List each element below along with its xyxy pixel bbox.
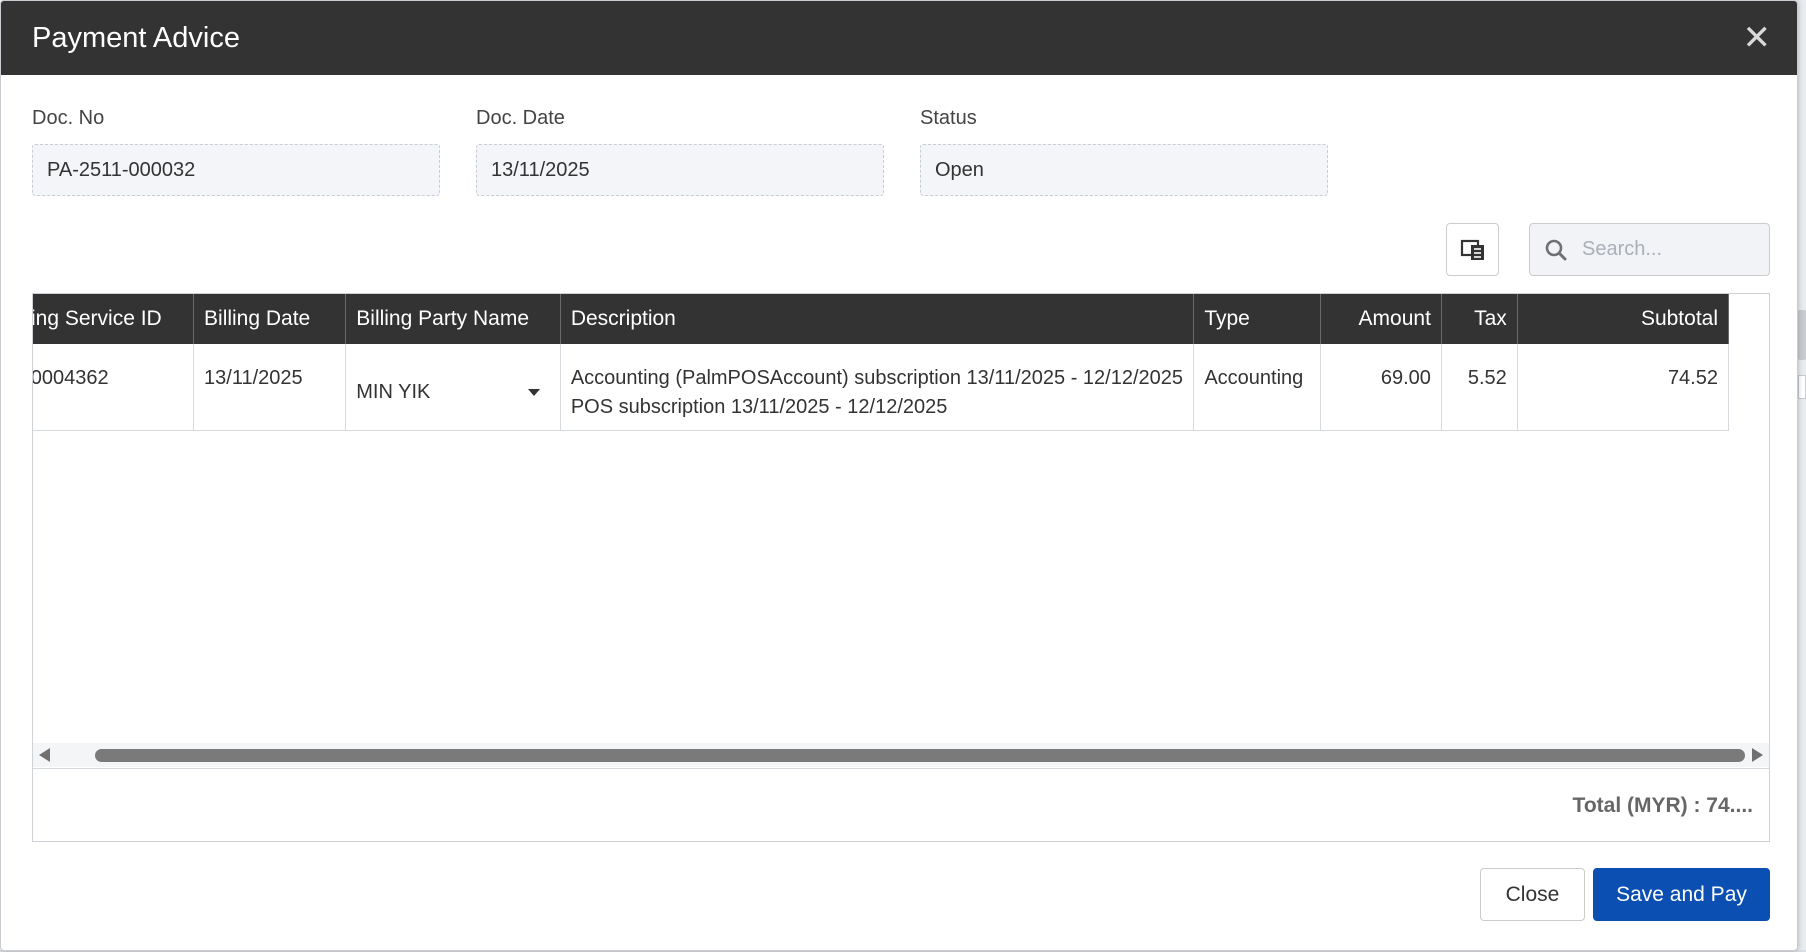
doc-date-field: Doc. Date 13/11/2025	[476, 107, 884, 196]
chevron-down-icon[interactable]	[527, 389, 540, 396]
description-line-2: POS subscription 13/11/2025 - 12/12/2025	[570, 396, 948, 418]
search-box[interactable]	[1529, 223, 1770, 276]
backdrop-scroll-thumb	[1798, 310, 1806, 360]
scroll-left-icon[interactable]	[39, 748, 50, 762]
doc-date-label: Doc. Date	[476, 107, 565, 129]
payment-advice-dialog: Payment Advice ✕ Doc. No PA-2511-000032 …	[0, 0, 1798, 951]
cell-type: Accounting	[1193, 344, 1321, 431]
cell-description: Accounting (PalmPOSAccount) subscription…	[560, 344, 1195, 431]
cell-billing-date: 13/11/2025	[193, 344, 347, 431]
billing-party-dropdown[interactable]: MIN YIK	[356, 378, 550, 407]
column-header-billing-party-name[interactable]: Billing Party Name	[345, 294, 561, 344]
cell-billing-service-id: M00004362	[33, 344, 195, 431]
column-chooser-icon	[1460, 239, 1484, 260]
billing-grid: Billing Service ID Billing Date Billing …	[32, 293, 1770, 842]
doc-no-input: PA-2511-000032	[32, 144, 440, 196]
column-header-billing-service-id[interactable]: Billing Service ID	[33, 294, 195, 344]
table-header-row: Billing Service ID Billing Date Billing …	[33, 294, 1730, 344]
column-header-type[interactable]: Type	[1193, 294, 1321, 344]
column-header-subtotal[interactable]: Subtotal	[1517, 294, 1730, 344]
status-input: Open	[920, 144, 1328, 196]
doc-date-input: 13/11/2025	[476, 144, 884, 196]
doc-no-label: Doc. No	[32, 107, 105, 129]
column-header-description[interactable]: Description	[560, 294, 1195, 344]
column-header-tax[interactable]: Tax	[1441, 294, 1518, 344]
horizontal-scrollbar[interactable]	[33, 743, 1769, 767]
status-label: Status	[920, 107, 977, 129]
dialog-header: Payment Advice ✕	[1, 1, 1797, 75]
column-header-billing-date[interactable]: Billing Date	[193, 294, 347, 344]
dialog-title: Payment Advice	[32, 21, 240, 54]
close-button[interactable]: Close	[1480, 868, 1585, 921]
search-icon	[1545, 239, 1567, 260]
doc-no-field: Doc. No PA-2511-000032	[32, 107, 440, 196]
total-amount: Total (MYR) : 74....	[1572, 793, 1753, 817]
cell-tax: 5.52	[1441, 344, 1518, 431]
grid-total: Total (MYR) : 74....	[33, 768, 1769, 841]
column-chooser-button[interactable]	[1446, 223, 1499, 276]
document-fields: Doc. No PA-2511-000032 Doc. Date 13/11/2…	[32, 107, 1328, 196]
backdrop-element	[1798, 375, 1806, 399]
description-line-1: Accounting (PalmPOSAccount) subscription…	[570, 367, 1184, 389]
scrollbar-thumb[interactable]	[95, 749, 1745, 762]
cell-subtotal: 74.52	[1517, 344, 1730, 431]
close-icon[interactable]: ✕	[1743, 21, 1772, 55]
billing-table: Billing Service ID Billing Date Billing …	[33, 294, 1730, 431]
table-row[interactable]: M00004362 13/11/2025 MIN YIK Accounting …	[33, 344, 1730, 431]
status-field: Status Open	[920, 107, 1328, 196]
search-input[interactable]	[1582, 238, 1762, 261]
cell-amount: 69.00	[1320, 344, 1442, 431]
save-and-pay-button[interactable]: Save and Pay	[1593, 868, 1770, 921]
scroll-right-icon[interactable]	[1752, 748, 1763, 762]
column-header-amount[interactable]: Amount	[1320, 294, 1442, 344]
cell-billing-party-name[interactable]: MIN YIK	[345, 344, 561, 431]
billing-party-value: MIN YIK	[356, 381, 431, 403]
